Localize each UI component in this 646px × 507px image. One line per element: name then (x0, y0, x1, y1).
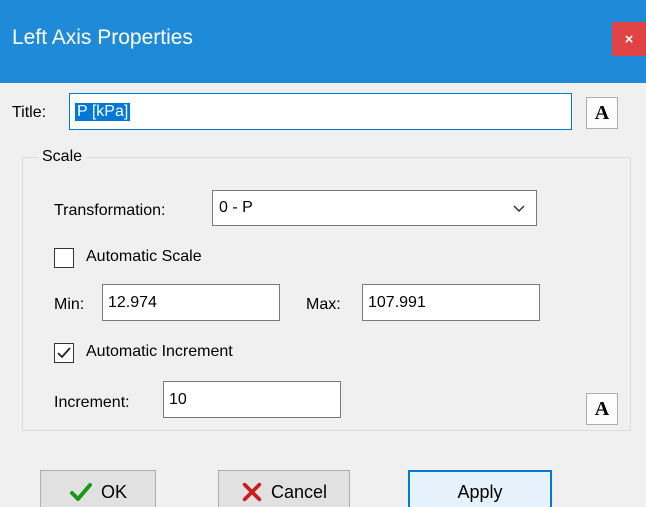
font-icon: A (594, 101, 610, 124)
automatic-increment-label: Automatic Increment (86, 343, 233, 360)
increment-input-value: 10 (169, 390, 187, 408)
title-input[interactable]: P [kPa] (69, 93, 572, 130)
automatic-scale-label: Automatic Scale (86, 248, 202, 265)
min-label: Min: (54, 296, 85, 313)
chevron-down-icon (513, 205, 525, 213)
ok-button-label: OK (100, 481, 127, 502)
scale-group-caption: Scale (38, 148, 87, 166)
x-icon (242, 482, 262, 502)
automatic-increment-checkbox[interactable] (54, 343, 74, 363)
max-label: Max: (306, 296, 341, 313)
min-input-value: 12.974 (108, 293, 157, 311)
increment-font-button[interactable]: A (586, 393, 618, 425)
close-icon: × (624, 30, 634, 48)
title-label: Title: (12, 104, 47, 121)
close-button[interactable]: × (612, 22, 646, 56)
title-bar[interactable]: Left Axis Properties × (0, 0, 646, 83)
increment-input[interactable]: 10 (163, 381, 341, 418)
transformation-select[interactable]: 0 - P (212, 190, 537, 226)
cancel-button-label: Cancel (270, 481, 328, 502)
ok-button[interactable]: OK (40, 470, 156, 507)
dialog-window: Left Axis Properties × Title: P [kPa] A … (0, 0, 646, 507)
transformation-label: Transformation: (54, 202, 166, 219)
font-icon: A (594, 397, 610, 420)
cancel-button[interactable]: Cancel (218, 470, 350, 507)
checkmark-icon (57, 347, 71, 359)
title-input-value: P [kPa] (75, 102, 131, 121)
automatic-scale-checkbox[interactable] (54, 248, 74, 268)
max-input-value: 107.991 (368, 293, 426, 311)
max-input[interactable]: 107.991 (362, 284, 540, 321)
checkmark-icon (69, 483, 92, 501)
apply-button[interactable]: Apply (408, 470, 552, 507)
title-font-button[interactable]: A (586, 97, 618, 129)
apply-button-label: Apply (457, 481, 503, 502)
increment-label: Increment: (54, 394, 130, 411)
transformation-selected-value: 0 - P (219, 199, 253, 216)
window-title: Left Axis Properties (12, 26, 193, 49)
min-input[interactable]: 12.974 (102, 284, 280, 321)
